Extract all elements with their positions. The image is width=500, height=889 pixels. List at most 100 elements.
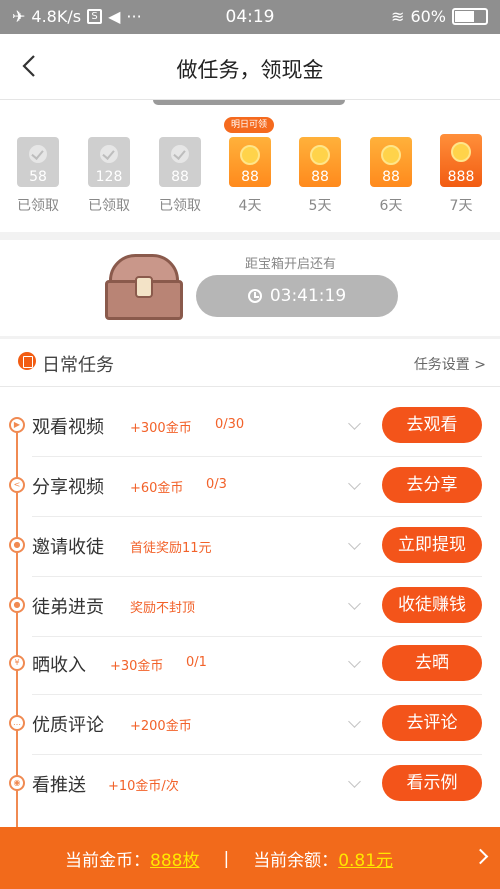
check-icon	[100, 145, 118, 163]
task-row[interactable]: … 优质评论 +200金币 去评论	[0, 695, 500, 755]
chevron-down-icon[interactable]	[348, 537, 361, 550]
day-label: 已领取	[17, 198, 59, 214]
task-name: 晒收入	[32, 655, 86, 676]
task-reward: +10金币/次	[108, 779, 179, 794]
treasure-caption: 距宝箱开启还有	[245, 257, 337, 272]
user-icon: ●	[9, 537, 25, 553]
show-income-button[interactable]: 去晒	[382, 645, 482, 681]
reward-box: 88	[229, 137, 271, 187]
chevron-down-icon[interactable]	[348, 715, 361, 728]
day-label: 5天	[308, 198, 332, 214]
reward-box: 88	[370, 137, 412, 187]
balance-value[interactable]: 0.81元	[338, 846, 393, 871]
page-title: 做任务，领现金	[176, 58, 324, 82]
reward-value: 88	[171, 169, 189, 185]
balance-bar[interactable]: 当前金币： 888枚 | 当前余额： 0.81元	[0, 827, 500, 889]
coins-value[interactable]: 888枚	[150, 846, 199, 871]
task-reward: +60金币	[130, 481, 184, 496]
task-list: ▶ 观看视频 +300金币 0/30 去观看 < 分享视频 +60金币 0/3 …	[0, 387, 500, 829]
task-settings-link[interactable]: 任务设置 >	[414, 354, 486, 374]
coins-label: 当前金币：	[65, 851, 150, 871]
day-label: 7天	[449, 198, 473, 214]
task-progress: 0/1	[186, 655, 207, 670]
document-icon	[18, 352, 36, 370]
clock-icon	[247, 289, 262, 303]
status-bar: ✈ 4.8K/s S ◀ ··· 04:19 ≋ 60%	[0, 0, 500, 34]
task-name: 看推送	[32, 775, 86, 796]
reward-value: 888	[447, 169, 475, 185]
reward-box: 88	[159, 137, 201, 187]
task-row[interactable]: ● 邀请收徒 首徒奖励11元 立即提现	[0, 517, 500, 577]
task-name: 优质评论	[32, 715, 104, 736]
coin-icon	[451, 142, 471, 162]
section-title: 日常任务	[42, 355, 114, 376]
recruit-button[interactable]: 收徒赚钱	[382, 587, 482, 623]
reward-value: 128	[95, 169, 123, 185]
view-example-button[interactable]: 看示例	[382, 765, 482, 801]
chevron-down-icon[interactable]	[348, 597, 361, 610]
comment-icon: …	[9, 715, 25, 731]
task-name: 分享视频	[32, 477, 104, 498]
countdown-value: 03:41:19	[269, 286, 347, 306]
task-row[interactable]: ¥ 晒收入 +30金币 0/1 去晒	[0, 635, 500, 695]
checkin-day-5[interactable]: 88 5天	[296, 137, 344, 215]
coin-icon	[240, 145, 260, 165]
comment-button[interactable]: 去评论	[382, 705, 482, 741]
day-label: 6天	[379, 198, 403, 214]
wifi-icon: ≋	[391, 7, 405, 26]
check-icon	[171, 145, 189, 163]
task-row[interactable]: < 分享视频 +60金币 0/3 去分享	[0, 457, 500, 517]
reward-value: 58	[29, 169, 47, 185]
task-reward: +200金币	[130, 719, 192, 734]
reward-box: 128	[88, 137, 130, 187]
header: 做任务，领现金	[0, 34, 500, 100]
chevron-down-icon[interactable]	[348, 655, 361, 668]
day-label: 已领取	[159, 198, 201, 214]
balance-label: 当前余额：	[253, 851, 339, 871]
task-row[interactable]: ◉ 看推送 +10金币/次 看示例	[0, 755, 500, 815]
day-label: 4天	[238, 198, 262, 214]
checkin-day-3[interactable]: 88 已领取	[156, 137, 204, 215]
task-reward: +300金币	[130, 421, 192, 436]
yen-icon: ¥	[9, 655, 25, 671]
eye-icon: ◉	[9, 775, 25, 791]
checkin-day-4[interactable]: 88 4天	[226, 137, 274, 215]
treasure-section: 距宝箱开启还有 03:41:19	[0, 240, 500, 336]
watch-button[interactable]: 去观看	[382, 407, 482, 443]
countdown-timer: 03:41:19	[196, 275, 398, 317]
battery-icon	[452, 8, 488, 25]
check-icon	[29, 145, 47, 163]
coin-icon	[310, 145, 330, 165]
treasure-chest-icon[interactable]	[105, 254, 183, 320]
reward-value: 88	[311, 169, 329, 185]
chevron-right-icon[interactable]	[472, 848, 489, 865]
chevron-down-icon[interactable]	[348, 477, 361, 490]
chevron-down-icon[interactable]	[348, 417, 361, 430]
checkin-day-6[interactable]: 88 6天	[367, 137, 415, 215]
reward-box: 58	[17, 137, 59, 187]
checkin-day-2[interactable]: 128 已领取	[85, 137, 133, 215]
separator: |	[223, 848, 230, 869]
task-row[interactable]: ● 徒弟进贡 奖励不封顶 收徒赚钱	[0, 577, 500, 637]
checkin-day-7[interactable]: 888 7天	[437, 134, 485, 215]
tomorrow-tag: 明日可领	[224, 117, 274, 133]
play-icon: ▶	[9, 417, 25, 433]
day-label: 已领取	[88, 198, 130, 214]
task-reward: 奖励不封顶	[130, 601, 196, 616]
task-name: 邀请收徒	[32, 537, 104, 558]
share-button[interactable]: 去分享	[382, 467, 482, 503]
task-name: 观看视频	[32, 417, 104, 438]
drag-handle	[153, 100, 345, 105]
lock-icon	[135, 276, 153, 298]
task-row[interactable]: ▶ 观看视频 +300金币 0/30 去观看	[0, 397, 500, 457]
chevron-down-icon[interactable]	[348, 775, 361, 788]
withdraw-button[interactable]: 立即提现	[382, 527, 482, 563]
battery-percent: 60%	[410, 7, 446, 26]
checkin-day-1[interactable]: 58 已领取	[14, 137, 62, 215]
daily-tasks-header: 日常任务 任务设置 >	[0, 339, 500, 387]
task-progress: 0/3	[206, 477, 227, 492]
coin-icon	[381, 145, 401, 165]
reward-box: 888	[440, 134, 482, 187]
user-icon: ●	[9, 597, 25, 613]
task-name: 徒弟进贡	[32, 597, 104, 618]
